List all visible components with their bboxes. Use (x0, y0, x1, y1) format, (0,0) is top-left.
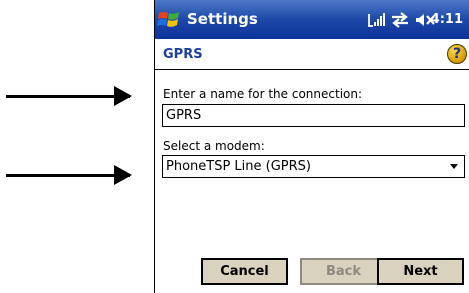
signal-strength-icon[interactable] (367, 12, 385, 28)
windows-logo-icon[interactable] (157, 8, 181, 32)
page-title: GPRS (163, 47, 203, 62)
window-title: Settings (187, 10, 258, 28)
next-button[interactable]: Next (377, 258, 464, 285)
annotation-arrow-modem-field (6, 165, 132, 185)
status-icons (367, 11, 435, 29)
annotation-arrow-name-field (6, 86, 132, 106)
cancel-button[interactable]: Cancel (201, 258, 288, 285)
chevron-down-icon[interactable] (450, 164, 458, 169)
clock-time[interactable]: 4:11 (431, 12, 463, 27)
modem-selected-value: PhoneTSP Line (GPRS) (166, 159, 311, 174)
screenshot-page: Settings 4:11 GPRS ? Enter a name for th… (0, 0, 469, 293)
connection-name-field[interactable]: GPRS (162, 104, 465, 127)
modem-select[interactable]: PhoneTSP Line (GPRS) (162, 155, 465, 178)
title-bar: Settings 4:11 (155, 0, 469, 39)
page-header: GPRS ? (155, 39, 469, 70)
connection-name-label: Enter a name for the connection: (163, 87, 363, 101)
connection-arrows-icon[interactable] (391, 12, 409, 28)
back-button[interactable]: Back (300, 258, 387, 285)
help-icon[interactable]: ? (447, 44, 467, 64)
pocketpc-screen: Settings 4:11 GPRS ? Enter a name for th… (154, 0, 469, 293)
modem-label: Select a modem: (163, 139, 265, 153)
connection-name-value: GPRS (166, 108, 202, 123)
